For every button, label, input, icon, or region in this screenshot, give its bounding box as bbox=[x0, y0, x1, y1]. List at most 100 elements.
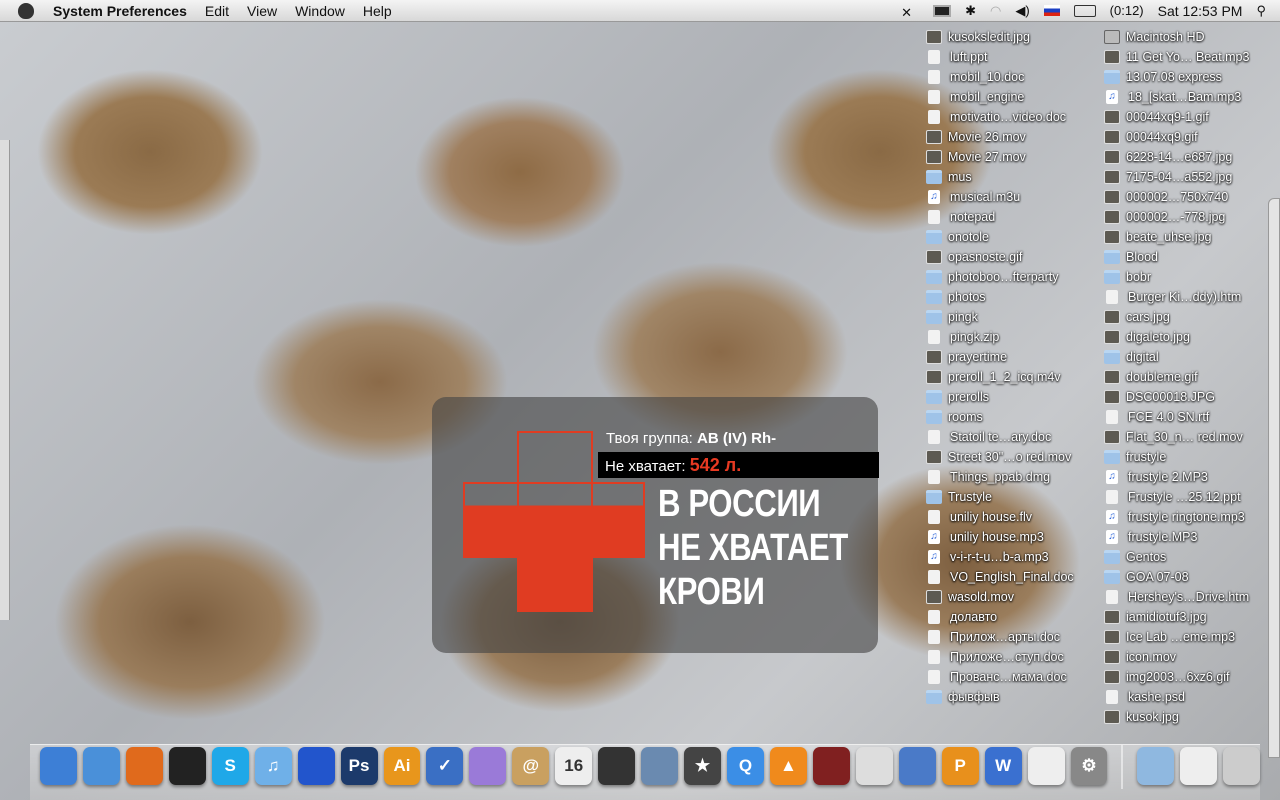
address-book-dock-icon[interactable]: @ bbox=[512, 747, 550, 785]
desktop-file[interactable]: 7175-04…a552.jpg bbox=[1104, 167, 1249, 187]
desktop-file[interactable]: Gentos bbox=[1104, 547, 1249, 567]
desktop-file[interactable]: preroll_1_2_icq.m4v bbox=[926, 367, 1074, 387]
preview-dock-icon[interactable] bbox=[898, 747, 936, 785]
trash-dock-icon[interactable] bbox=[1223, 747, 1261, 785]
document-dock-icon[interactable] bbox=[1180, 747, 1218, 785]
desktop-file[interactable]: digaleto.jpg bbox=[1104, 327, 1249, 347]
desktop-file[interactable]: Прованс…мама.doc bbox=[926, 667, 1074, 687]
desktop-file[interactable]: pingk bbox=[926, 307, 1074, 327]
battery-icon[interactable] bbox=[1073, 4, 1096, 17]
desktop-file[interactable]: 000002…750x740 bbox=[1104, 187, 1249, 207]
wifi-icon[interactable]: ◠ bbox=[990, 3, 1001, 19]
word-dock-icon[interactable]: W bbox=[984, 747, 1022, 785]
illustrator-dock-icon[interactable]: Ai bbox=[383, 747, 421, 785]
desktop-file[interactable]: ♫ musical.m3u bbox=[926, 187, 1074, 207]
desktop-file[interactable]: ♫ frustyle ringtone.mp3 bbox=[1104, 507, 1249, 527]
desktop-file[interactable]: notepad bbox=[926, 207, 1074, 227]
desktop-file[interactable]: mobil_engine bbox=[926, 87, 1074, 107]
desktop-file[interactable]: Blood bbox=[1104, 247, 1249, 267]
desktop-file[interactable]: Things_ppab.dmg bbox=[926, 467, 1074, 487]
desktop-file[interactable]: pingk.zip bbox=[926, 327, 1074, 347]
finder-dock-icon[interactable] bbox=[40, 747, 77, 785]
desktop-file[interactable]: uniliy house.flv bbox=[926, 507, 1074, 527]
clock[interactable]: Sat 12:53 PM bbox=[1158, 3, 1243, 19]
desktop-file[interactable]: bobr bbox=[1104, 267, 1249, 287]
volume-icon[interactable]: ◀) bbox=[1015, 3, 1029, 19]
ical-dock-icon[interactable]: 16 bbox=[555, 747, 593, 785]
desktop-file[interactable]: wasold.mov bbox=[926, 587, 1074, 607]
bluetooth-icon[interactable]: ✱ bbox=[965, 3, 976, 19]
desktop-file[interactable]: Прилож…арты.doc bbox=[926, 627, 1074, 647]
pencil-dock-icon[interactable] bbox=[855, 747, 893, 785]
desktop-file[interactable]: prayertime bbox=[926, 347, 1074, 367]
menu-window[interactable]: Window bbox=[286, 3, 354, 19]
desktop-file[interactable]: ♫ uniliy house.mp3 bbox=[926, 527, 1074, 547]
desktop-file[interactable]: Statoil te…ary.doc bbox=[926, 427, 1074, 447]
russian-input-flag-icon[interactable] bbox=[1043, 5, 1060, 16]
desktop-file[interactable]: kusok.jpg bbox=[1104, 707, 1249, 727]
desktop-file[interactable]: beate_uhse.jpg bbox=[1104, 227, 1249, 247]
desktop-file[interactable]: 6228-14…e687.jpg bbox=[1104, 147, 1249, 167]
burn-dock-icon[interactable] bbox=[598, 747, 636, 785]
desktop-file[interactable]: iamidiotuf3.jpg bbox=[1104, 607, 1249, 627]
spotlight-search-icon[interactable]: ⚲ bbox=[1256, 3, 1266, 19]
desktop-file[interactable]: kashe.psd bbox=[1104, 687, 1249, 707]
cyberduck-dock-icon[interactable] bbox=[297, 747, 335, 785]
desktop-file[interactable]: ♫ v-i-r-t-u…b-a.mp3 bbox=[926, 547, 1074, 567]
desktop-file[interactable]: 11 Get Yo… Beat.mp3 bbox=[1104, 47, 1249, 67]
desktop-file[interactable]: VO_English_Final.doc bbox=[926, 567, 1074, 587]
safari-dock-icon[interactable] bbox=[82, 747, 120, 785]
firefox-dock-icon[interactable] bbox=[125, 747, 163, 785]
menu-help[interactable]: Help bbox=[354, 3, 401, 19]
desktop-file[interactable]: mobil_10.doc bbox=[926, 67, 1074, 87]
desktop-file[interactable]: ♫ frustyle.MP3 bbox=[1104, 527, 1249, 547]
menu-edit[interactable]: Edit bbox=[196, 3, 238, 19]
display-icon[interactable] bbox=[933, 4, 952, 17]
imovie-dock-icon[interactable]: ★ bbox=[684, 747, 721, 785]
network-disabled-icon[interactable]: ✕ bbox=[901, 5, 919, 20]
quicktime-dock-icon[interactable]: Q bbox=[727, 747, 764, 785]
apple-menu-icon[interactable] bbox=[18, 2, 34, 19]
photoshop-dock-icon[interactable]: Ps bbox=[340, 747, 378, 785]
desktop-file[interactable]: doubleme.gif bbox=[1104, 367, 1249, 387]
desktop-file[interactable]: 000002…-778.jpg bbox=[1104, 207, 1249, 227]
desktop-file[interactable]: Trustyle bbox=[926, 487, 1074, 507]
desktop-file[interactable]: 00044xq9.gif bbox=[1104, 127, 1249, 147]
desktop-file[interactable]: Burger Ki…ddy).htm bbox=[1104, 287, 1249, 307]
desktop-file[interactable]: digital bbox=[1104, 347, 1249, 367]
desktop-file[interactable]: 13.07.08 express bbox=[1104, 67, 1249, 87]
desktop-file[interactable]: prerolls bbox=[926, 387, 1074, 407]
adium-dock-icon[interactable] bbox=[168, 747, 206, 785]
desktop-file[interactable]: mus bbox=[926, 167, 1074, 187]
desktop-file[interactable]: frustyle bbox=[1104, 447, 1249, 467]
system-preferences-dock-icon[interactable]: ⚙ bbox=[1070, 747, 1108, 785]
desktop-file[interactable]: ♫ frustyle 2.MP3 bbox=[1104, 467, 1249, 487]
desktop-file[interactable]: icon.mov bbox=[1104, 647, 1249, 667]
vlc-dock-icon[interactable]: ▲ bbox=[769, 747, 807, 785]
final-cut-dock-icon[interactable] bbox=[812, 747, 850, 785]
desktop-file[interactable]: ♫ 18_[skat…Bam.mp3 bbox=[1104, 87, 1249, 107]
battery-time[interactable]: (0:12) bbox=[1110, 3, 1144, 18]
desktop-file[interactable]: kusoksledit.jpg bbox=[926, 27, 1074, 47]
desktop-file[interactable]: luft.ppt bbox=[926, 47, 1074, 67]
things-dock-icon[interactable]: ✓ bbox=[426, 747, 464, 785]
desktop-file[interactable]: Movie 27.mov bbox=[926, 147, 1074, 167]
desktop-file[interactable]: Macintosh HD bbox=[1104, 27, 1249, 47]
iphoto-dock-icon[interactable] bbox=[641, 747, 679, 785]
ichat-dock-icon[interactable] bbox=[469, 747, 507, 785]
desktop-file[interactable]: onotole bbox=[926, 227, 1074, 247]
desktop-file[interactable]: 00044xq9-1.gif bbox=[1104, 107, 1249, 127]
desktop-file[interactable]: FCE 4.0 SN.rtf bbox=[1104, 407, 1249, 427]
desktop-file[interactable]: opasnoste.gif bbox=[926, 247, 1074, 267]
desktop-file[interactable]: Street 30"…o red.mov bbox=[926, 447, 1074, 467]
desktop-file[interactable]: photos bbox=[926, 287, 1074, 307]
desktop-file[interactable]: GOA 07-08 bbox=[1104, 567, 1249, 587]
desktop-file[interactable]: Hershey's…Drive.htm bbox=[1104, 587, 1249, 607]
desktop-file[interactable]: photoboo…fterparty bbox=[926, 267, 1074, 287]
pages-dock-icon[interactable]: P bbox=[941, 747, 979, 785]
desktop-file[interactable]: img2003…6xz6.gif bbox=[1104, 667, 1249, 687]
desktop-file[interactable]: DSC00018.JPG bbox=[1104, 387, 1249, 407]
textedit-dock-icon[interactable] bbox=[1027, 747, 1065, 785]
folder-dock-icon[interactable] bbox=[1137, 747, 1175, 785]
menu-app-name[interactable]: System Preferences bbox=[44, 3, 196, 19]
